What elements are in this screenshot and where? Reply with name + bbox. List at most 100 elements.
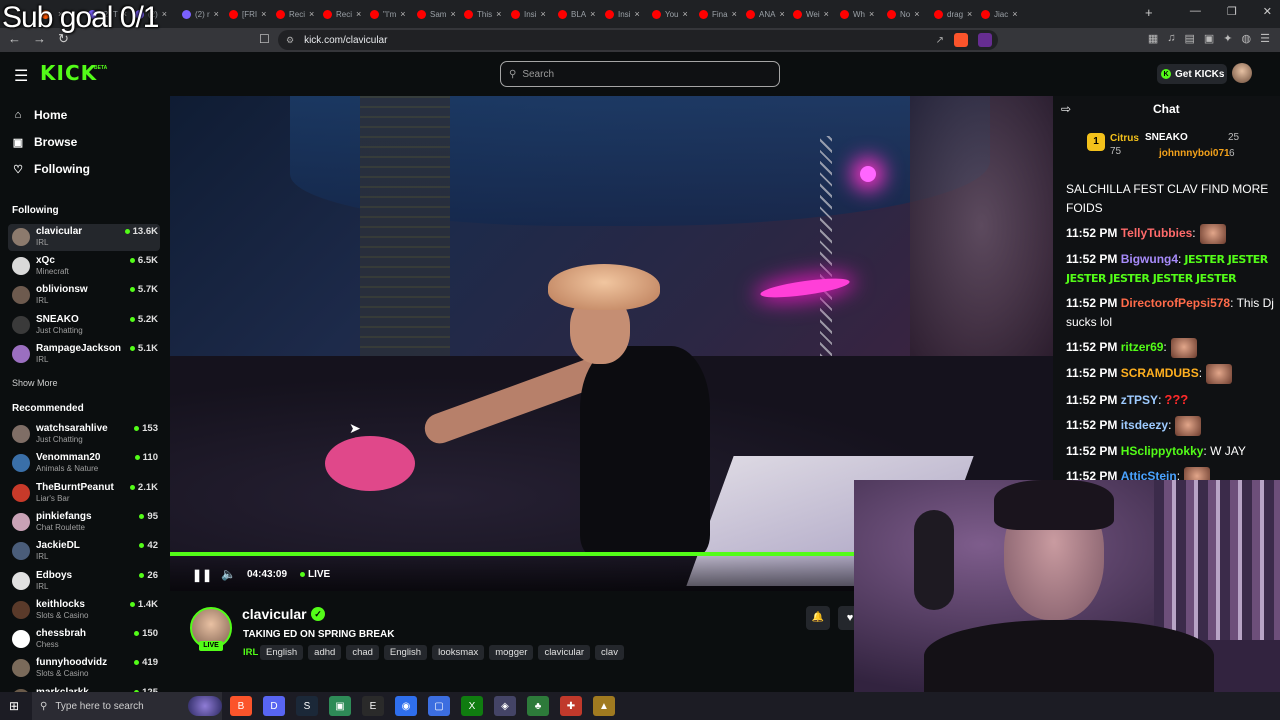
sidebar-toggle-icon[interactable]: ▦	[1148, 32, 1158, 45]
tab-close-icon[interactable]: ×	[683, 9, 688, 19]
share-icon[interactable]: ↗	[936, 35, 944, 46]
taskbar-app-shield-icon[interactable]: ◈	[494, 696, 516, 716]
tab-close-icon[interactable]: ×	[732, 9, 737, 19]
taskbar-epic-icon[interactable]: E	[362, 696, 384, 716]
stream-category[interactable]: IRL	[243, 647, 258, 658]
browser-tab[interactable]: "I'm ×	[365, 0, 412, 28]
chat-username[interactable]: ritzer69	[1121, 340, 1164, 354]
browser-tab[interactable]: BLA ×	[553, 0, 600, 28]
channel-item-venomman20[interactable]: Venomman20 Animals & Nature 110	[8, 450, 160, 477]
wallet-icon[interactable]: ▣	[1204, 32, 1214, 45]
kick-logo[interactable]: KICK	[40, 61, 97, 85]
stream-tag[interactable]: mogger	[489, 645, 534, 660]
channel-item-oblivionsw[interactable]: oblivionsw IRL 5.7K	[8, 282, 160, 309]
tab-close-icon[interactable]: ×	[914, 9, 919, 19]
tab-close-icon[interactable]: ×	[496, 9, 501, 19]
browser-tab[interactable]: Insi ×	[600, 0, 647, 28]
vpn-icon[interactable]: ◍	[1242, 32, 1252, 45]
taskbar-app-blue-icon[interactable]: ◉	[395, 696, 417, 716]
channel-item-watchsarahlive[interactable]: watchsarahlive Just Chatting 153	[8, 421, 160, 448]
new-tab-button[interactable]: +	[1145, 5, 1153, 20]
collapse-chat-icon[interactable]: ⇨	[1061, 102, 1071, 116]
channel-item-xqc[interactable]: xQc Minecraft 6.5K	[8, 253, 160, 280]
media-icon[interactable]: ♫	[1167, 32, 1175, 45]
user-avatar[interactable]	[1232, 63, 1252, 83]
browser-tab[interactable]: Reci ×	[318, 0, 365, 28]
browser-tab[interactable]: Wh ×	[835, 0, 882, 28]
channel-item-sneako[interactable]: SNEAKO Just Chatting 5.2K	[8, 312, 160, 339]
browser-tab[interactable]: Sam ×	[412, 0, 459, 28]
tab-close-icon[interactable]: ×	[1012, 9, 1017, 19]
tab-close-icon[interactable]: ×	[540, 9, 545, 19]
taskbar-brave-icon[interactable]: B	[230, 696, 252, 716]
tab-close-icon[interactable]: ×	[261, 9, 266, 19]
sidebar-item-browse[interactable]: ▣ Browse	[12, 135, 78, 149]
taskbar-app-green-icon[interactable]: ▣	[329, 696, 351, 716]
taskbar-app-red-icon[interactable]: ✚	[560, 696, 582, 716]
tab-close-icon[interactable]: ×	[824, 9, 829, 19]
channel-item-edboys[interactable]: Edboys IRL 26	[8, 568, 160, 595]
streamer-name[interactable]: clavicular	[242, 606, 307, 622]
tab-close-icon[interactable]: ×	[590, 9, 595, 19]
tab-close-icon[interactable]: ×	[869, 9, 874, 19]
channel-item-clavicular[interactable]: clavicular IRL 13.6K	[8, 224, 160, 251]
chat-username[interactable]: itsdeezy	[1121, 418, 1168, 432]
site-info-icon[interactable]: ⚙	[286, 35, 294, 46]
tab-close-icon[interactable]: ×	[214, 9, 219, 19]
search-input[interactable]: ⚲ Search	[500, 61, 780, 87]
chat-username[interactable]: TellyTubbies	[1121, 226, 1193, 240]
reading-list-icon[interactable]: ▤	[1184, 32, 1194, 45]
taskbar-discord-icon[interactable]: D	[263, 696, 285, 716]
sidebar-item-home[interactable]: ⌂ Home	[12, 108, 68, 122]
tab-close-icon[interactable]: ×	[779, 9, 784, 19]
browser-tab[interactable]: Reci ×	[271, 0, 318, 28]
leo-ai-icon[interactable]: ✦	[1223, 32, 1232, 45]
browser-tab[interactable]: drag ×	[929, 0, 976, 28]
tab-close-icon[interactable]: ×	[450, 9, 455, 19]
channel-item-theburntpeanut[interactable]: TheBurntPeanut Liar's Bar 2.1K	[8, 480, 160, 507]
menu-icon[interactable]: ☰	[1260, 32, 1270, 45]
chat-username[interactable]: zTPSY	[1121, 393, 1158, 407]
stream-tag[interactable]: chad	[346, 645, 379, 660]
taskbar-steam-icon[interactable]: S	[296, 696, 318, 716]
channel-item-funnyhoodvidz[interactable]: funnyhoodvidz Slots & Casino 419	[8, 655, 160, 682]
tab-close-icon[interactable]: ×	[309, 9, 314, 19]
channel-item-pinkiefangs[interactable]: pinkiefangs Chat Roulette 95	[8, 509, 160, 536]
browser-tab[interactable]: Insi ×	[506, 0, 553, 28]
browser-tab[interactable]: [FRI ×	[224, 0, 271, 28]
browser-tab[interactable]: (2) r ×	[177, 0, 224, 28]
volume-icon[interactable]: 🔈	[221, 567, 236, 581]
tab-close-icon[interactable]: ×	[967, 9, 972, 19]
browser-tab[interactable]: ANA ×	[741, 0, 788, 28]
channel-item-jackiedl[interactable]: JackieDL IRL 42	[8, 538, 160, 565]
browser-tab[interactable]: This ×	[459, 0, 506, 28]
minimize-icon[interactable]: —	[1190, 5, 1201, 18]
browser-tab[interactable]: Wei ×	[788, 0, 835, 28]
notification-bell-icon[interactable]: 🔔	[806, 606, 830, 630]
hamburger-menu-icon[interactable]: ☰	[14, 66, 28, 86]
channel-item-keithlocks[interactable]: keithlocks Slots & Casino 1.4K	[8, 597, 160, 624]
get-kicks-button[interactable]: K Get KICKs	[1157, 64, 1227, 84]
bookmark-icon[interactable]: ☐	[259, 32, 270, 46]
tab-close-icon[interactable]: ×	[162, 9, 167, 19]
taskbar-search[interactable]: ⚲ Type here to search	[32, 692, 222, 720]
taskbar-app-leaf-icon[interactable]: ♣	[527, 696, 549, 716]
stream-tag[interactable]: clavicular	[538, 645, 591, 660]
sidebar-item-following[interactable]: ♡ Following	[12, 162, 90, 176]
tab-close-icon[interactable]: ×	[356, 9, 361, 19]
pause-icon[interactable]: ❚❚	[192, 568, 212, 582]
brave-shield-icon[interactable]	[954, 33, 968, 47]
browser-tab[interactable]: Jiac ×	[976, 0, 1023, 28]
windows-start-icon[interactable]: ⊞	[9, 699, 19, 713]
browser-tab[interactable]: Fina ×	[694, 0, 741, 28]
stream-tag[interactable]: adhd	[308, 645, 342, 660]
close-icon[interactable]: ✕	[1263, 5, 1272, 18]
stream-tag[interactable]: English	[260, 645, 304, 660]
tab-close-icon[interactable]: ×	[400, 9, 405, 19]
chat-username[interactable]: HSclippytokky	[1121, 444, 1204, 458]
taskbar-xbox-icon[interactable]: X	[461, 696, 483, 716]
browser-tab[interactable]: No ×	[882, 0, 929, 28]
brave-rewards-icon[interactable]	[978, 33, 992, 47]
url-field[interactable]: ⚙ kick.com/clavicular ↗	[278, 30, 998, 50]
channel-item-chessbrah[interactable]: chessbrah Chess 150	[8, 626, 160, 653]
